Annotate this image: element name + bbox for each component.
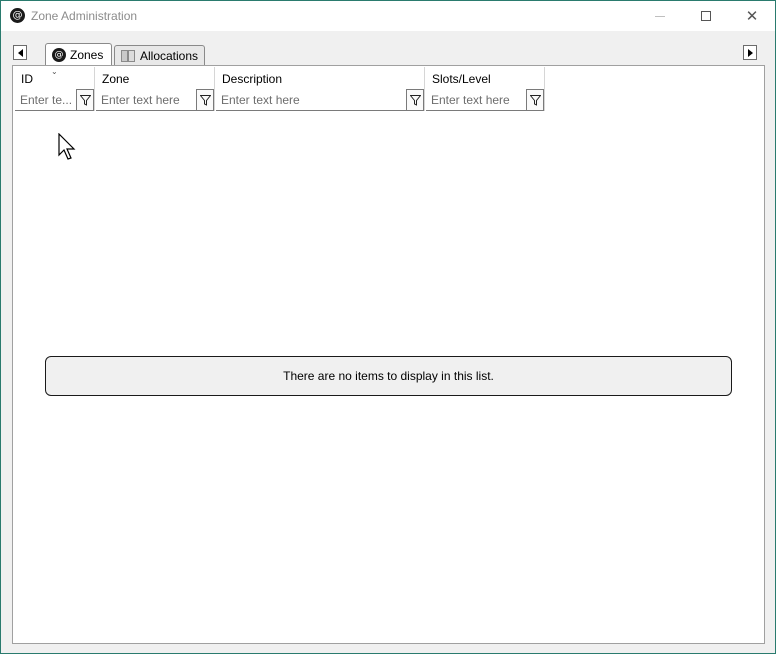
- zone-administration-window: @ Zone Administration ✕ @ Zones Allocati…: [0, 0, 776, 654]
- empty-list-message: There are no items to display in this li…: [45, 356, 732, 396]
- column-header-description[interactable]: Description: [222, 72, 282, 86]
- minimize-icon: [655, 15, 665, 17]
- column-description[interactable]: Description: [215, 67, 425, 111]
- window-title: Zone Administration: [31, 9, 138, 23]
- mouse-pointer-icon: [58, 133, 76, 160]
- tab-zones[interactable]: @ Zones: [45, 43, 112, 66]
- filter-button-description[interactable]: [406, 89, 424, 111]
- minimize-button[interactable]: [637, 1, 683, 31]
- column-header-id[interactable]: ID: [21, 72, 33, 86]
- tab-scroll-left-button[interactable]: [13, 45, 27, 60]
- tab-zones-label: Zones: [70, 48, 104, 62]
- filter-input-id[interactable]: [15, 89, 76, 111]
- tab-allocations[interactable]: Allocations: [114, 45, 205, 66]
- maximize-icon: [701, 11, 711, 21]
- at-sign-icon: @: [52, 48, 66, 62]
- app-icon: @: [10, 8, 25, 23]
- column-header-slots-level[interactable]: Slots/Level: [432, 72, 491, 86]
- column-slots-level[interactable]: Slots/Level: [425, 67, 545, 111]
- maximize-button[interactable]: [683, 1, 729, 31]
- close-button[interactable]: ✕: [729, 1, 775, 31]
- funnel-icon: [79, 94, 91, 106]
- tab-strip: @ Zones Allocations: [1, 31, 775, 66]
- column-id[interactable]: ID ⌄: [14, 67, 95, 111]
- sort-caret-icon: ⌄: [51, 67, 58, 76]
- column-header-zone[interactable]: Zone: [102, 72, 129, 86]
- zones-grid-panel: ID ⌄ Zone Description: [12, 65, 765, 644]
- funnel-icon: [199, 94, 211, 106]
- book-icon: [121, 50, 136, 62]
- filter-button-id[interactable]: [76, 89, 94, 111]
- close-icon: ✕: [745, 7, 759, 25]
- filter-input-zone[interactable]: [96, 89, 196, 111]
- funnel-icon: [409, 94, 421, 106]
- title-bar[interactable]: @ Zone Administration ✕: [1, 1, 775, 31]
- funnel-icon: [529, 94, 541, 106]
- grid-header: ID ⌄ Zone Description: [14, 67, 545, 111]
- tab-allocations-label: Allocations: [140, 49, 199, 63]
- filter-input-description[interactable]: [216, 89, 406, 111]
- filter-button-slots-level[interactable]: [526, 89, 544, 111]
- arrow-left-icon: [17, 48, 23, 57]
- filter-input-slots-level[interactable]: [426, 89, 526, 111]
- arrow-right-icon: [747, 48, 753, 57]
- column-zone[interactable]: Zone: [95, 67, 215, 111]
- tab-scroll-right-button[interactable]: [743, 45, 757, 60]
- filter-button-zone[interactable]: [196, 89, 214, 111]
